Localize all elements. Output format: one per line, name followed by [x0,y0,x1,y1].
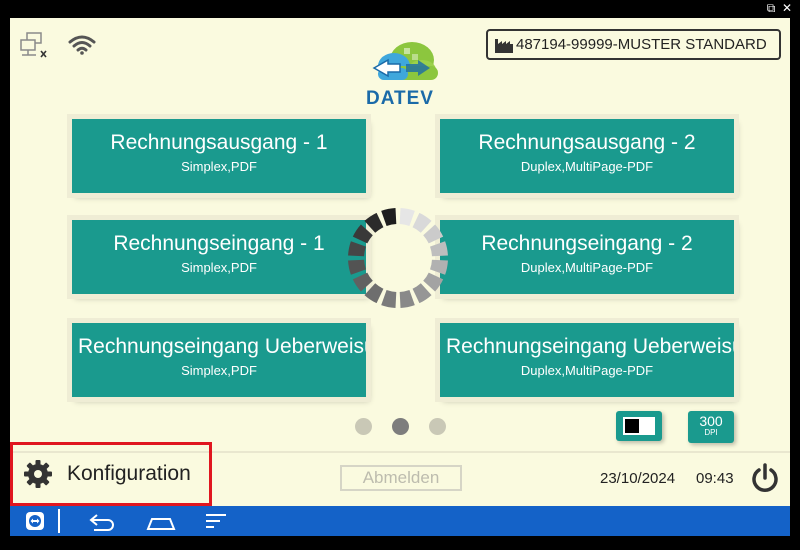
device-badge[interactable]: 487194-99999-MUSTER STANDARD [486,29,781,60]
profile-settings: Simplex,PDF [181,159,257,174]
dpi-unit: DPI [704,428,718,437]
close-icon[interactable]: ✕ [780,1,794,15]
profile-button-6[interactable]: Rechnungseingang Ueberweisung Duplex,Mul… [440,323,734,397]
app-window: ⧉ ✕ DATEV 487194-99999-MUSTER STANDARD R… [0,0,800,550]
profile-name: Rechnungseingang Ueberweisung [446,335,734,358]
cloud-logo-icon [372,42,438,80]
spinner-segment [352,272,373,292]
factory-icon [495,38,513,53]
dpi-button[interactable]: 300 DPI [688,411,734,443]
spinner-segment [423,224,444,244]
profile-settings: Duplex,MultiPage-PDF [520,260,654,275]
loading-spinner-icon [348,208,448,308]
network-disconnected-icon[interactable] [20,32,50,60]
spinner-segment [381,290,397,308]
title-bar: ⧉ ✕ [0,0,800,18]
profile-name: Rechnungsausgang - 2 [478,131,696,154]
profile-button-2[interactable]: Rechnungsausgang - 2 Duplex,MultiPage-PD… [440,119,734,193]
spinner-segment [348,259,366,275]
black-white-icon [623,417,655,435]
spinner-segment [381,208,397,226]
recent-apps-icon[interactable] [204,510,228,532]
profile-name: Rechnungseingang - 1 [113,232,325,255]
system-navigation-bar [10,506,790,536]
spinner-segment [399,208,415,226]
profile-button-1[interactable]: Rechnungsausgang - 1 Simplex,PDF [72,119,366,193]
profile-button-3[interactable]: Rechnungseingang - 1 Simplex,PDF [72,220,366,294]
color-mode-button[interactable] [616,411,662,441]
page-indicator-dot[interactable] [355,418,372,435]
datev-logo: DATEV [360,30,440,109]
logo-text: DATEV [366,88,434,109]
nav-separator [58,509,60,533]
spinner-segment [430,259,448,275]
dpi-value: 300 [699,413,723,429]
profile-settings: Simplex,PDF [181,260,257,275]
home-icon[interactable] [146,510,176,532]
date-display: 23/10/2024 [600,470,676,487]
wifi-icon[interactable] [68,34,96,56]
gear-icon [24,460,52,488]
spinner-segment [364,283,384,304]
spinner-segment [352,224,373,244]
page-indicator-dot-active[interactable] [392,418,409,435]
spinner-segment [364,212,384,233]
profile-name: Rechnungsausgang - 1 [110,131,328,154]
profile-name: Rechnungseingang Ueberweisung [78,335,366,358]
power-icon[interactable] [750,462,780,494]
scanner-screen: DATEV 487194-99999-MUSTER STANDARD Rechn… [10,18,790,506]
profile-name: Rechnungseingang - 2 [481,232,693,255]
profile-settings: Duplex,MultiPage-PDF [520,159,654,174]
page-indicator-dot[interactable] [429,418,446,435]
spinner-segment [412,283,432,304]
time-display: 09:43 [696,470,734,487]
spinner-segment [423,272,444,292]
profile-button-5[interactable]: Rechnungseingang Ueberweisung Simplex,PD… [72,323,366,397]
back-icon[interactable] [88,510,118,532]
remote-app-icon[interactable] [24,510,46,532]
spinner-segment [348,241,366,257]
spinner-segment [430,241,448,257]
device-label: 487194-99999-MUSTER STANDARD [516,36,767,53]
spinner-segment [412,212,432,233]
popout-icon[interactable]: ⧉ [764,1,778,15]
configuration-button[interactable]: Konfiguration [10,442,212,506]
configuration-label: Konfiguration [67,462,191,485]
profile-button-4[interactable]: Rechnungseingang - 2 Duplex,MultiPage-PD… [440,220,734,294]
spinner-segment [399,290,415,308]
profile-settings: Duplex,MultiPage-PDF [520,363,654,378]
profile-settings: Simplex,PDF [181,363,257,378]
logout-button[interactable]: Abmelden [340,465,462,491]
